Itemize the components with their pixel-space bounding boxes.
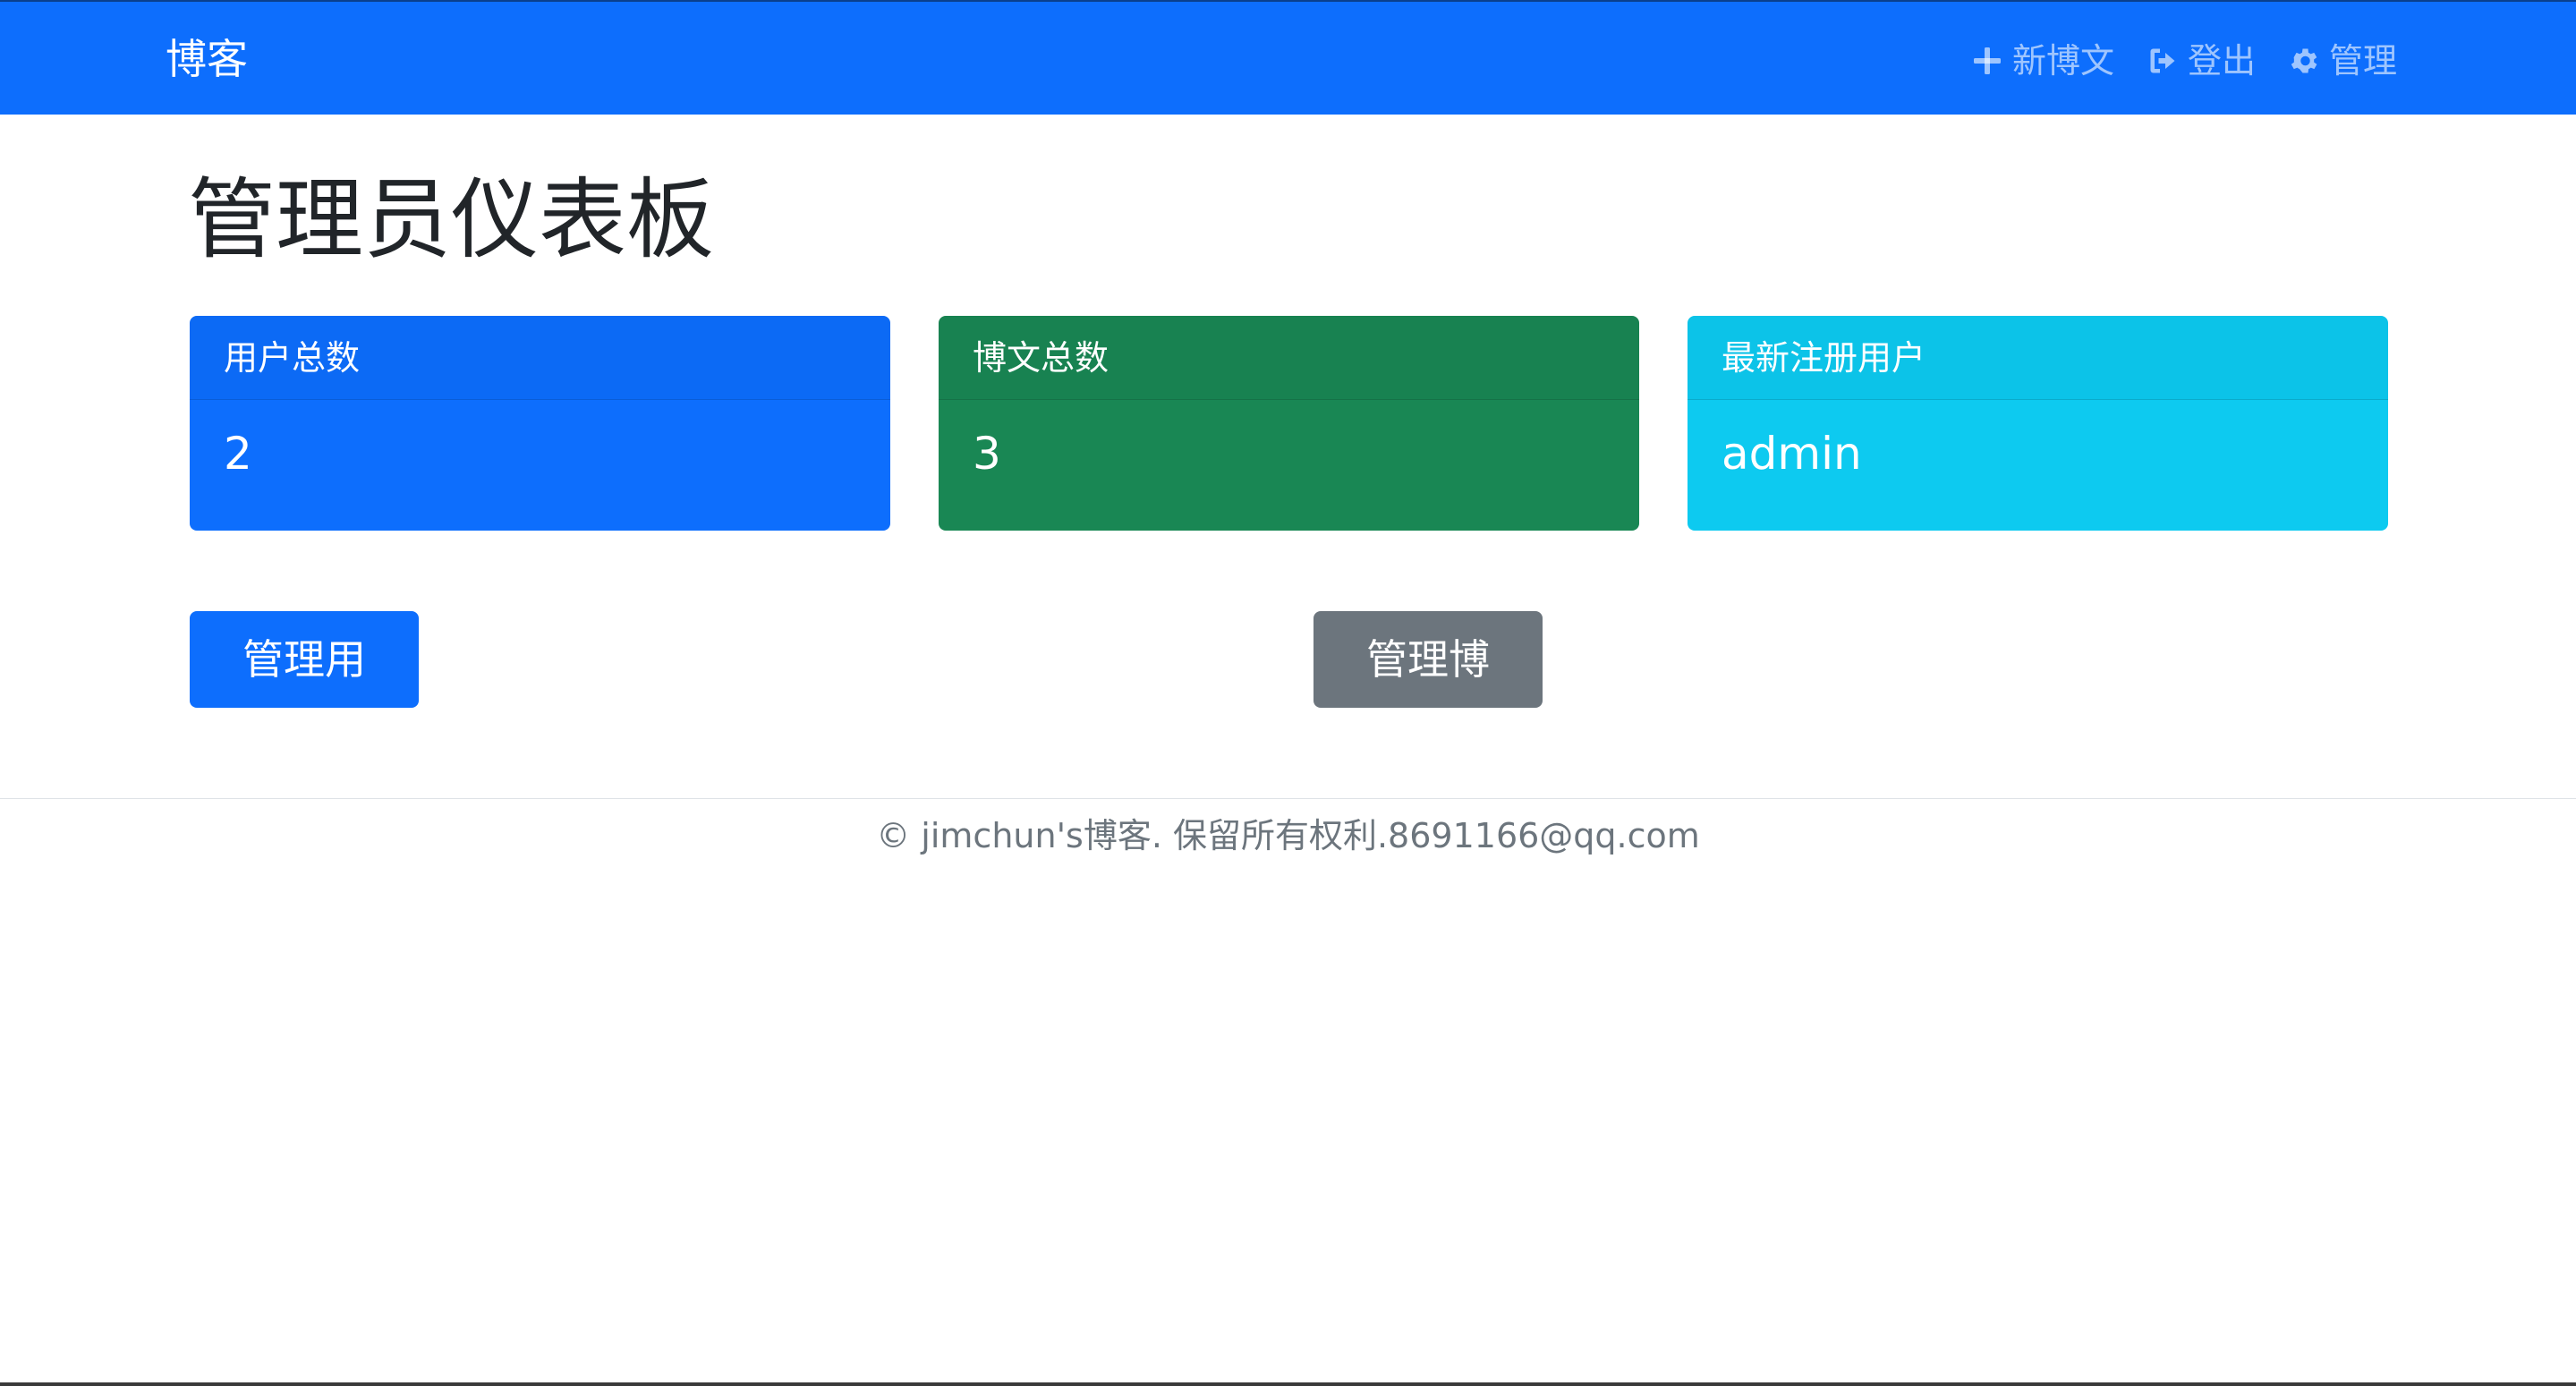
- sign-out-icon: [2150, 48, 2175, 73]
- card-latest-user: 最新注册用户 admin: [1688, 316, 2388, 531]
- nav-admin[interactable]: 管理: [2288, 38, 2397, 84]
- footer-copyright: © jimchun's博客. 保留所有权利.8691166@qq.com: [876, 816, 1700, 855]
- manage-posts-button[interactable]: 管理博文: [1314, 611, 1543, 780]
- nav-admin-label: 管理: [2328, 41, 2397, 81]
- nav-logout[interactable]: 登出: [2147, 38, 2256, 84]
- card-value: admin: [1722, 428, 1862, 480]
- card-value: 2: [224, 428, 252, 480]
- card-header: 用户总数: [190, 316, 890, 400]
- card-total-users: 用户总数 2: [190, 316, 890, 531]
- plus-icon: [1973, 47, 2001, 74]
- page-title: 管理员仪表板: [188, 169, 715, 271]
- brand-link[interactable]: 博客: [166, 34, 248, 84]
- page: 博客 新博文 登出 管理 管理员仪表板 用户总数 2 博文总数 3 最新注册用户…: [0, 0, 2576, 1386]
- card-total-posts: 博文总数 3: [939, 316, 1639, 531]
- nav-new-post-label: 新博文: [2011, 41, 2114, 81]
- navbar: 博客 新博文 登出 管理: [0, 0, 2576, 115]
- card-value: 3: [973, 428, 1001, 480]
- nav-links: 新博文 登出 管理: [1971, 38, 2397, 84]
- card-header: 最新注册用户: [1688, 316, 2388, 400]
- stats-cards: 用户总数 2 博文总数 3 最新注册用户 admin: [190, 316, 2388, 531]
- manage-users-button[interactable]: 管理用户: [190, 611, 419, 780]
- card-header: 博文总数: [939, 316, 1639, 400]
- gear-icon: [2291, 48, 2317, 73]
- footer-divider: [0, 798, 2576, 799]
- nav-new-post[interactable]: 新博文: [1971, 38, 2114, 84]
- nav-logout-label: 登出: [2187, 41, 2256, 81]
